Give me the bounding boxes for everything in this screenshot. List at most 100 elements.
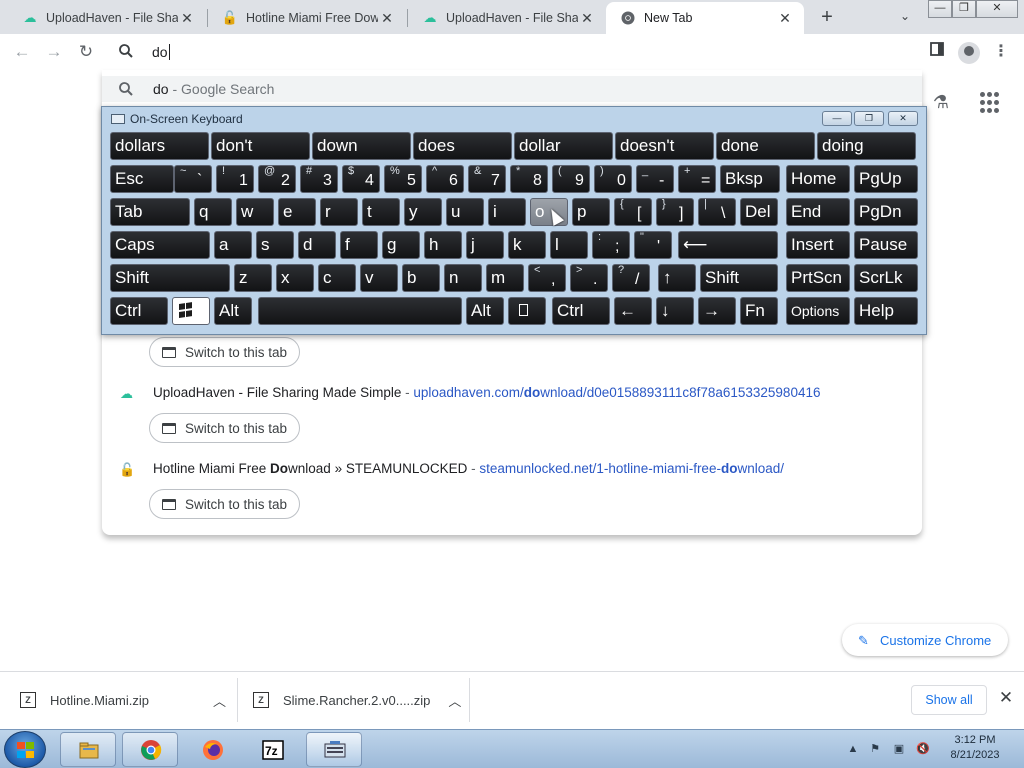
- chevron-up-icon[interactable]: ︿: [213, 691, 226, 710]
- action-center-icon[interactable]: ⚑: [868, 742, 882, 756]
- osk-key-sym[interactable]: →: [698, 297, 736, 325]
- start-button[interactable]: [4, 731, 46, 768]
- taskbar-on-screen-keyboard[interactable]: [306, 732, 362, 767]
- switch-to-tab-button[interactable]: Switch to this tab: [149, 489, 301, 519]
- tab-uploadhaven-1[interactable]: ☁ UploadHaven - File Sharing Made Simple…: [8, 2, 206, 34]
- osk-key-m[interactable]: m: [486, 264, 524, 292]
- download-item[interactable]: Z Slime.Rancher.2.v0.....zip ︿: [253, 671, 461, 729]
- osk-key-tab[interactable]: Tab: [110, 198, 190, 226]
- taskbar-chrome[interactable]: [122, 732, 178, 767]
- osk-key-u[interactable]: u: [446, 198, 484, 226]
- suggestion-steamunlocked[interactable]: 🔓 Hotline Miami Free Download » STEAMUNL…: [102, 457, 922, 483]
- osk-key-e[interactable]: e: [278, 198, 316, 226]
- osk-key-b[interactable]: b: [402, 264, 440, 292]
- osk-prediction-key[interactable]: doing: [817, 132, 916, 160]
- osk-key-scrlk[interactable]: ScrLk: [854, 264, 918, 292]
- osk-key-v[interactable]: v: [360, 264, 398, 292]
- suggestion-uploadhaven[interactable]: ☁ UploadHaven - File Sharing Made Simple…: [102, 381, 922, 407]
- osk-key-p[interactable]: p: [572, 198, 610, 226]
- show-hidden-icons-icon[interactable]: ▲: [846, 742, 860, 756]
- window-close-button[interactable]: ✕: [976, 0, 1018, 18]
- taskbar-file-explorer[interactable]: [60, 732, 116, 767]
- osk-key-sym[interactable]: :;: [592, 231, 630, 259]
- osk-key-n[interactable]: n: [444, 264, 482, 292]
- osk-key-sym[interactable]: | \: [698, 198, 736, 226]
- osk-key-prtscn[interactable]: PrtScn: [786, 264, 850, 292]
- profile-avatar[interactable]: [958, 42, 980, 64]
- osk-key-options[interactable]: Options: [786, 297, 850, 325]
- osk-menu-key[interactable]: [508, 297, 546, 325]
- tab-steamunlocked[interactable]: 🔓 Hotline Miami Free Download » STEAMUNL…: [208, 2, 406, 34]
- osk-minimize-button[interactable]: —: [822, 111, 852, 126]
- osk-key-help[interactable]: Help: [854, 297, 918, 325]
- volume-muted-icon[interactable]: 🔇: [916, 742, 930, 756]
- osk-prediction-key[interactable]: dollars: [110, 132, 209, 160]
- osk-key-3[interactable]: #3: [300, 165, 338, 193]
- osk-key-sym[interactable]: _ -: [636, 165, 674, 193]
- osk-key-ctrl[interactable]: Ctrl: [552, 297, 610, 325]
- osk-key-k[interactable]: k: [508, 231, 546, 259]
- osk-key-t[interactable]: t: [362, 198, 400, 226]
- osk-key-home[interactable]: Home: [786, 165, 850, 193]
- osk-prediction-key[interactable]: doesn't: [615, 132, 714, 160]
- osk-key-s[interactable]: s: [256, 231, 294, 259]
- menu-icon[interactable]: ⋮: [990, 42, 1012, 64]
- osk-key-4[interactable]: $4: [342, 165, 380, 193]
- tab-new-tab[interactable]: New Tab ✕: [606, 2, 804, 34]
- osk-key-sym[interactable]: ↓: [656, 297, 694, 325]
- osk-key-sym[interactable]: + =: [678, 165, 716, 193]
- osk-key-sym[interactable]: ~ `: [174, 165, 212, 193]
- osk-key-end[interactable]: End: [786, 198, 850, 226]
- osk-title-bar[interactable]: On-Screen Keyboard — ❐ ✕: [102, 107, 926, 131]
- switch-to-tab-button[interactable]: Switch to this tab: [149, 413, 301, 443]
- osk-key-x[interactable]: x: [276, 264, 314, 292]
- osk-key-2[interactable]: @2: [258, 165, 296, 193]
- osk-key-sym[interactable]: {[: [614, 198, 652, 226]
- osk-key-fn[interactable]: Fn: [740, 297, 778, 325]
- omnibox[interactable]: do: [102, 34, 922, 70]
- close-icon[interactable]: ✕: [578, 10, 596, 27]
- osk-key-g[interactable]: g: [382, 231, 420, 259]
- osk-key-q[interactable]: q: [194, 198, 232, 226]
- osk-key-6[interactable]: ^ 6: [426, 165, 464, 193]
- reload-icon[interactable]: ↻: [74, 41, 98, 65]
- clock[interactable]: 3:12 PM 8/21/2023: [940, 730, 1010, 768]
- osk-key-l[interactable]: l: [550, 231, 588, 259]
- osk-key-ctrl[interactable]: Ctrl: [110, 297, 168, 325]
- osk-key-sym[interactable]: >.: [570, 264, 608, 292]
- network-icon[interactable]: ▣: [892, 742, 906, 756]
- maximize-button[interactable]: ❐: [952, 0, 976, 18]
- osk-key-5[interactable]: % 5: [384, 165, 422, 193]
- osk-key-1[interactable]: ! 1: [216, 165, 254, 193]
- osk-key-j[interactable]: j: [466, 231, 504, 259]
- osk-key-pgdn[interactable]: PgDn: [854, 198, 918, 226]
- osk-key-h[interactable]: h: [424, 231, 462, 259]
- osk-key-7[interactable]: & 7: [468, 165, 506, 193]
- osk-key-9[interactable]: (9: [552, 165, 590, 193]
- customize-chrome-button[interactable]: ✎ Customize Chrome: [842, 624, 1008, 656]
- tab-search-icon[interactable]: ⌄: [895, 6, 915, 26]
- show-all-button[interactable]: Show all: [911, 685, 987, 715]
- osk-key-shift[interactable]: Shift: [700, 264, 778, 292]
- osk-key-del[interactable]: Del: [740, 198, 778, 226]
- osk-key-pgup[interactable]: PgUp: [854, 165, 918, 193]
- back-icon[interactable]: ←: [10, 41, 34, 65]
- osk-key-alt[interactable]: Alt: [466, 297, 504, 325]
- apps-grid-icon[interactable]: [980, 92, 1002, 114]
- osk-space-key[interactable]: [258, 297, 462, 325]
- osk-key-pause[interactable]: Pause: [854, 231, 918, 259]
- osk-prediction-key[interactable]: done: [716, 132, 815, 160]
- switch-to-tab-button[interactable]: Switch to this tab: [149, 337, 301, 367]
- suggestion-google-search[interactable]: do - Google Search: [102, 76, 922, 102]
- osk-key-sym[interactable]: <,: [528, 264, 566, 292]
- osk-key-sym[interactable]: ⟵: [678, 231, 778, 259]
- labs-flask-icon[interactable]: ⚗: [930, 92, 952, 114]
- osk-key-f[interactable]: f: [340, 231, 378, 259]
- osk-key-sym[interactable]: ? /: [612, 264, 650, 292]
- osk-key-sym[interactable]: " ': [634, 231, 672, 259]
- download-item[interactable]: Z Hotline.Miami.zip ︿: [20, 671, 226, 729]
- chevron-up-icon[interactable]: ︿: [448, 691, 461, 710]
- close-icon[interactable]: ✕: [378, 10, 396, 27]
- osk-key-8[interactable]: * 8: [510, 165, 548, 193]
- osk-prediction-key[interactable]: down: [312, 132, 411, 160]
